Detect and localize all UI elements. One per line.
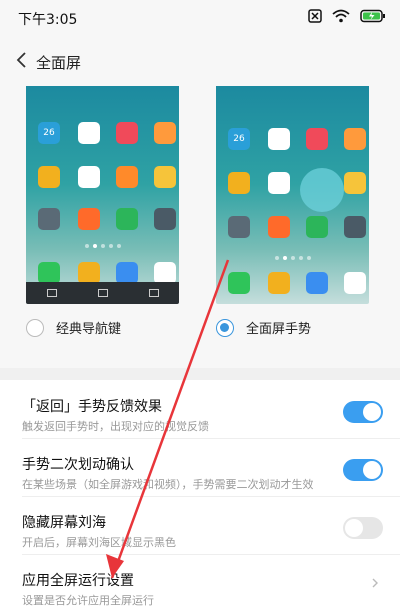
wifi-icon (332, 9, 350, 23)
classic-nav-keys (26, 282, 179, 304)
star-app-icon (228, 172, 250, 194)
setting-app-fullscreen[interactable]: 应用全屏运行设置 设置是否允许应用全屏运行 (0, 554, 400, 612)
option-gesture-nav[interactable]: 全面屏手势 (216, 318, 311, 337)
store-app-icon (268, 216, 290, 238)
toggle-switch[interactable] (343, 401, 383, 423)
page-indicator (216, 256, 369, 260)
setting-subtitle: 开启后，屏幕刘海区域显示黑色 (22, 536, 176, 549)
setting-subtitle: 在某些场景（如全屏游戏和视频），手势需要二次划动才生效 (22, 478, 314, 491)
music-app-icon (306, 128, 328, 150)
header: 全面屏 (0, 36, 400, 86)
navigation-mode-previews: 26 26 经典导航键 全面屏手势 (0, 86, 400, 368)
mail-app-icon (268, 128, 290, 150)
setting-back-gesture-feedback[interactable]: 「返回」手势反馈效果 触发返回手势时，出现对应的视觉反馈 (0, 380, 400, 438)
gesture-touch-indicator (300, 168, 344, 212)
gesture-nav-preview[interactable]: 26 (216, 86, 369, 304)
chevron-left-icon[interactable] (10, 48, 34, 72)
message-app-icon (78, 262, 100, 284)
setting-title: 手势二次划动确认 (22, 457, 134, 473)
notes-app-icon (154, 166, 176, 188)
setting-subtitle: 触发返回手势时，出现对应的视觉反馈 (22, 420, 209, 433)
security-app-icon (306, 216, 328, 238)
music-app-icon (116, 122, 138, 144)
toggle-switch[interactable] (343, 517, 383, 539)
classic-nav-preview[interactable]: 26 (26, 86, 179, 304)
section-gap (0, 368, 400, 380)
status-time: 下午3:05 (18, 12, 78, 28)
notes-app-icon (344, 172, 366, 194)
browser-app-icon (306, 272, 328, 294)
setting-title: 应用全屏运行设置 (22, 573, 134, 589)
radio-classic-nav[interactable] (26, 318, 44, 337)
status-icons (308, 9, 386, 23)
option-label: 经典导航键 (56, 322, 122, 337)
theme-app-icon (154, 122, 176, 144)
setting-subtitle: 设置是否允许应用全屏运行 (22, 594, 154, 607)
option-label: 全面屏手势 (246, 322, 312, 337)
phone-app-icon (228, 272, 250, 294)
calendar-app-icon: 26 (228, 128, 250, 150)
settings-list: 「返回」手势反馈效果 触发返回手势时，出现对应的视觉反馈 手势二次划动确认 在某… (0, 380, 400, 612)
setting-hide-notch[interactable]: 隐藏屏幕刘海 开启后，屏幕刘海区域显示黑色 (0, 496, 400, 554)
browser-app-icon (116, 262, 138, 284)
camera-app-icon (154, 262, 176, 284)
status-bar: 下午3:05 (0, 0, 400, 36)
toggle-switch[interactable] (343, 459, 383, 481)
phone-app-icon (38, 262, 60, 284)
page-indicator (26, 244, 179, 248)
close-box-icon (308, 9, 322, 23)
setting-title: 隐藏屏幕刘海 (22, 515, 106, 531)
option-classic-nav[interactable]: 经典导航键 (26, 318, 121, 337)
theme-app-icon (344, 128, 366, 150)
security-app-icon (116, 208, 138, 230)
store-app-icon (78, 208, 100, 230)
chevron-right-icon (372, 578, 378, 588)
play-store-icon (78, 166, 100, 188)
calendar-app-icon: 26 (38, 122, 60, 144)
tools-folder-icon (154, 208, 176, 230)
setting-gesture-double-swipe[interactable]: 手势二次划动确认 在某些场景（如全屏游戏和视频），手势需要二次划动才生效 (0, 438, 400, 496)
settings-app-icon (228, 216, 250, 238)
settings-app-icon (38, 208, 60, 230)
message-app-icon (268, 272, 290, 294)
tools-folder-icon (344, 216, 366, 238)
camera-app-icon (344, 272, 366, 294)
play-store-icon (268, 172, 290, 194)
page-title: 全面屏 (36, 54, 82, 72)
star-app-icon (38, 166, 60, 188)
calculator-app-icon (116, 166, 138, 188)
radio-gesture-nav[interactable] (216, 318, 234, 337)
setting-title: 「返回」手势反馈效果 (22, 399, 162, 415)
mail-app-icon (78, 122, 100, 144)
battery-icon (360, 9, 385, 23)
